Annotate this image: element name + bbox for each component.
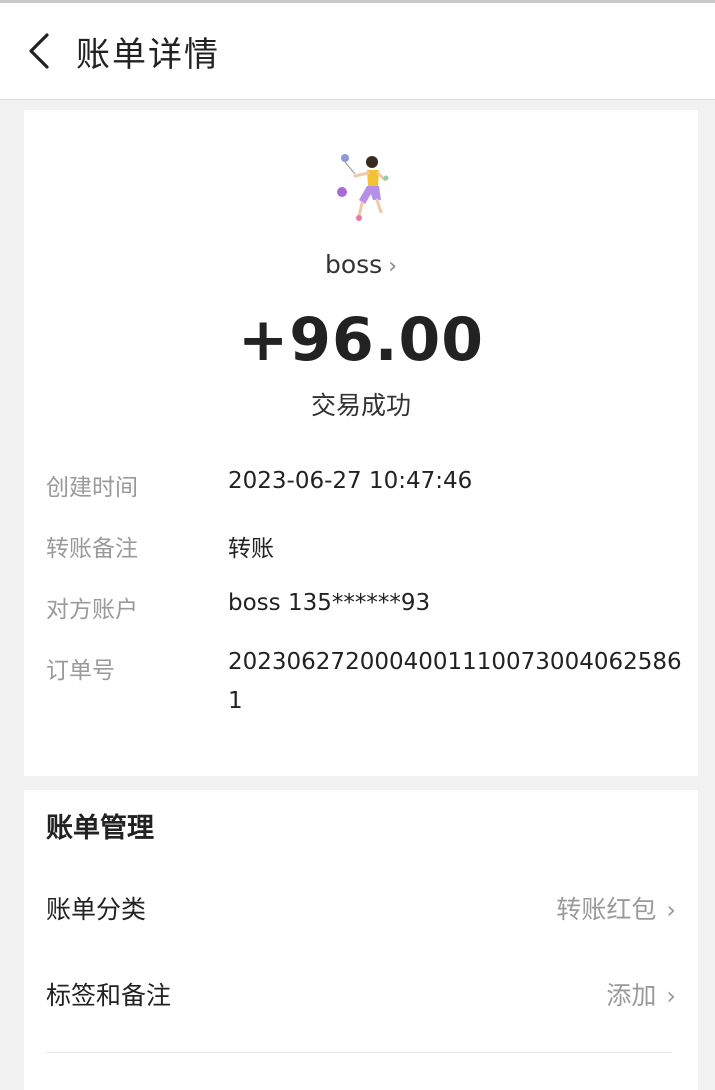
manage-label: 账单分类 (46, 895, 147, 924)
detail-label: 创建时间 (46, 475, 138, 501)
chevron-right-icon: › (666, 982, 676, 1010)
order-number-value[interactable]: 20230627200040011100730040625861 (228, 643, 683, 721)
section-title: 账单管理 (46, 813, 154, 844)
avatar (337, 154, 389, 221)
category-value: 转账红包 (556, 895, 657, 924)
chevron-left-icon (29, 33, 49, 69)
detail-label: 对方账户 (46, 597, 138, 623)
detail-value: 转账 (228, 536, 274, 562)
detail-label: 订单号 (46, 658, 115, 684)
page-title: 账单详情 (76, 34, 220, 75)
detail-label: 转账备注 (46, 536, 138, 562)
back-button[interactable] (0, 3, 76, 99)
tags-and-notes-row[interactable]: 标签和备注 添加 › (46, 976, 676, 1016)
manage-value: 转账红包 › (556, 890, 676, 926)
transaction-status: 交易成功 (310, 391, 411, 420)
bill-category-row[interactable]: 账单分类 转账红包 › (46, 890, 676, 930)
chevron-right-icon: › (666, 896, 676, 924)
bill-summary-card: boss › +96.00 交易成功 创建时间 2023-06-27 10:47:… (24, 110, 698, 776)
add-value: 添加 (606, 981, 657, 1010)
detail-value: 2023-06-27 10:47:46 (228, 468, 473, 494)
divider (46, 1052, 672, 1053)
transaction-amount: +96.00 (237, 305, 485, 375)
counterparty-name-link[interactable]: boss › (24, 250, 698, 279)
counterparty-name: boss (324, 250, 383, 279)
chevron-right-icon: › (388, 254, 398, 279)
manage-label: 标签和备注 (46, 981, 172, 1010)
detail-value: boss 135******93 (228, 590, 431, 616)
manage-value: 添加 › (606, 976, 676, 1012)
bill-management-card: 账单管理 账单分类 转账红包 › 标签和备注 添加 › (24, 790, 698, 1090)
app-header: 账单详情 (0, 3, 715, 100)
